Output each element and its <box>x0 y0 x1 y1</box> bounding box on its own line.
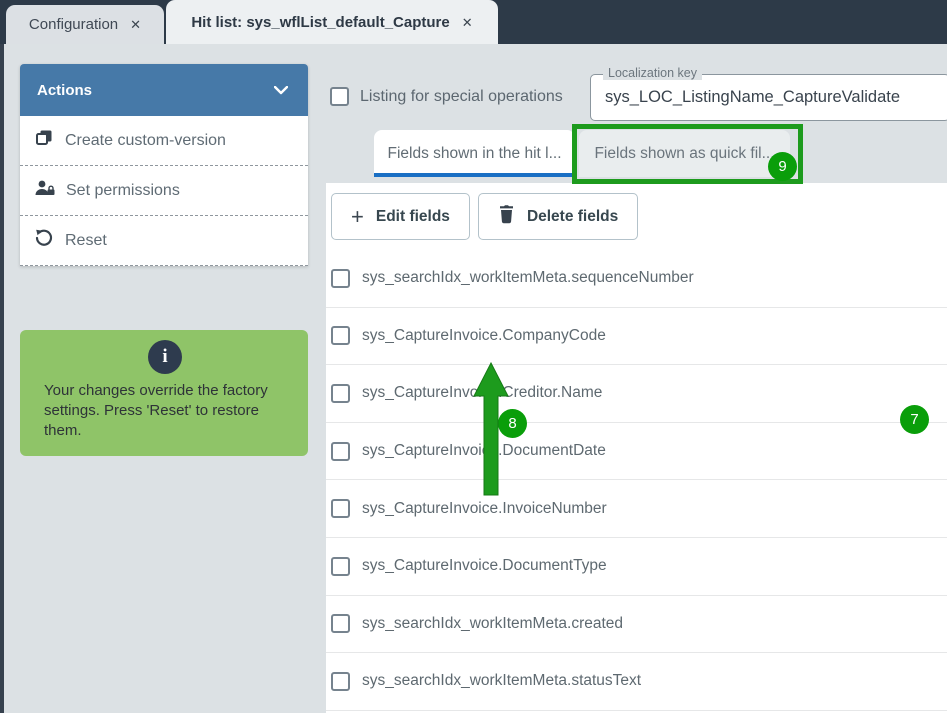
special-operations-label: Listing for special operations <box>360 88 563 106</box>
plus-icon: + <box>351 206 364 228</box>
action-label: Set permissions <box>66 182 180 200</box>
row-label: sys_CaptureInvoice.InvoiceNumber <box>362 500 607 518</box>
list-item[interactable]: sys_CaptureInvoice.DocumentType <box>326 538 947 596</box>
tab-fields-hit-list[interactable]: Fields shown in the hit l... <box>374 130 575 177</box>
chevron-down-icon <box>274 82 288 99</box>
action-label: Reset <box>65 232 107 250</box>
fields-toolbar: + Edit fields Delete fields <box>331 193 638 240</box>
info-box: i Your changes override the factory sett… <box>20 330 308 456</box>
left-edge-divider <box>0 44 4 713</box>
list-item[interactable]: sys_CaptureInvoice.Creditor.Name <box>326 365 947 423</box>
tab-hit-list[interactable]: Hit list: sys_wflList_default_Capture ✕ <box>166 0 498 44</box>
tab-fields-hit-list-label: Fields shown in the hit l... <box>387 145 561 163</box>
tab-fields-quick-filter[interactable]: Fields shown as quick fil... <box>579 130 790 177</box>
row-label: sys_CaptureInvoice.Creditor.Name <box>362 384 602 402</box>
edit-fields-label: Edit fields <box>376 208 450 226</box>
row-label: sys_CaptureInvoice.CompanyCode <box>362 327 606 345</box>
row-checkbox[interactable] <box>331 442 350 461</box>
window-tab-bar: Configuration ✕ Hit list: sys_wflList_de… <box>0 0 947 44</box>
special-operations-row: Listing for special operations <box>330 87 563 106</box>
tab-configuration-label: Configuration <box>29 16 118 33</box>
list-item[interactable]: sys_CaptureInvoice.CompanyCode <box>326 308 947 366</box>
list-item[interactable]: sys_CaptureInvoice.InvoiceNumber <box>326 480 947 538</box>
row-label: sys_CaptureInvoice.DocumentDate <box>362 442 606 460</box>
row-label: sys_searchIdx_workItemMeta.created <box>362 615 623 633</box>
actions-header-label: Actions <box>37 82 92 99</box>
edit-fields-button[interactable]: + Edit fields <box>331 193 470 240</box>
active-tab-underline <box>374 173 575 177</box>
row-checkbox[interactable] <box>331 269 350 288</box>
fields-pane: + Edit fields Delete fields sys_searchId… <box>326 183 947 713</box>
row-checkbox[interactable] <box>331 326 350 345</box>
tab-hit-list-label: Hit list: sys_wflList_default_Capture <box>191 14 449 31</box>
row-checkbox[interactable] <box>331 672 350 691</box>
tab-fields-quick-filter-label: Fields shown as quick fil... <box>594 145 774 163</box>
delete-fields-button[interactable]: Delete fields <box>478 193 638 240</box>
row-checkbox[interactable] <box>331 557 350 576</box>
close-icon[interactable]: ✕ <box>130 18 141 31</box>
info-box-text: Your changes override the factory settin… <box>44 381 286 441</box>
row-label: sys_searchIdx_workItemMeta.statusText <box>362 672 641 690</box>
localization-key-field[interactable]: Localization key sys_LOC_ListingName_Cap… <box>590 74 947 121</box>
list-item[interactable]: sys_CaptureInvoice.DocumentDate <box>326 423 947 481</box>
special-operations-checkbox[interactable] <box>330 87 349 106</box>
action-create-custom-version[interactable]: Create custom-version <box>20 116 308 166</box>
actions-panel: Actions Create custom-version Set permis… <box>20 64 308 266</box>
action-label: Create custom-version <box>65 132 226 150</box>
trash-icon <box>498 205 515 229</box>
delete-fields-label: Delete fields <box>527 208 618 226</box>
row-checkbox[interactable] <box>331 614 350 633</box>
copy-icon <box>34 128 54 153</box>
fields-list: sys_searchIdx_workItemMeta.sequenceNumbe… <box>326 250 947 711</box>
localization-key-value: sys_LOC_ListingName_CaptureValidate <box>605 88 900 107</box>
list-item[interactable]: sys_searchIdx_workItemMeta.sequenceNumbe… <box>326 250 947 308</box>
localization-key-label: Localization key <box>603 66 702 80</box>
row-label: sys_searchIdx_workItemMeta.sequenceNumbe… <box>362 269 694 287</box>
close-icon[interactable]: ✕ <box>462 16 473 29</box>
row-checkbox[interactable] <box>331 499 350 518</box>
action-reset[interactable]: Reset <box>20 216 308 266</box>
row-checkbox[interactable] <box>331 384 350 403</box>
row-label: sys_CaptureInvoice.DocumentType <box>362 557 607 575</box>
person-lock-icon <box>34 178 55 203</box>
tab-configuration[interactable]: Configuration ✕ <box>6 5 164 44</box>
actions-header[interactable]: Actions <box>20 64 308 116</box>
info-icon: i <box>148 340 182 374</box>
list-item[interactable]: sys_searchIdx_workItemMeta.statusText <box>326 653 947 711</box>
action-set-permissions[interactable]: Set permissions <box>20 166 308 216</box>
list-item[interactable]: sys_searchIdx_workItemMeta.created <box>326 596 947 654</box>
reset-icon <box>34 228 54 253</box>
